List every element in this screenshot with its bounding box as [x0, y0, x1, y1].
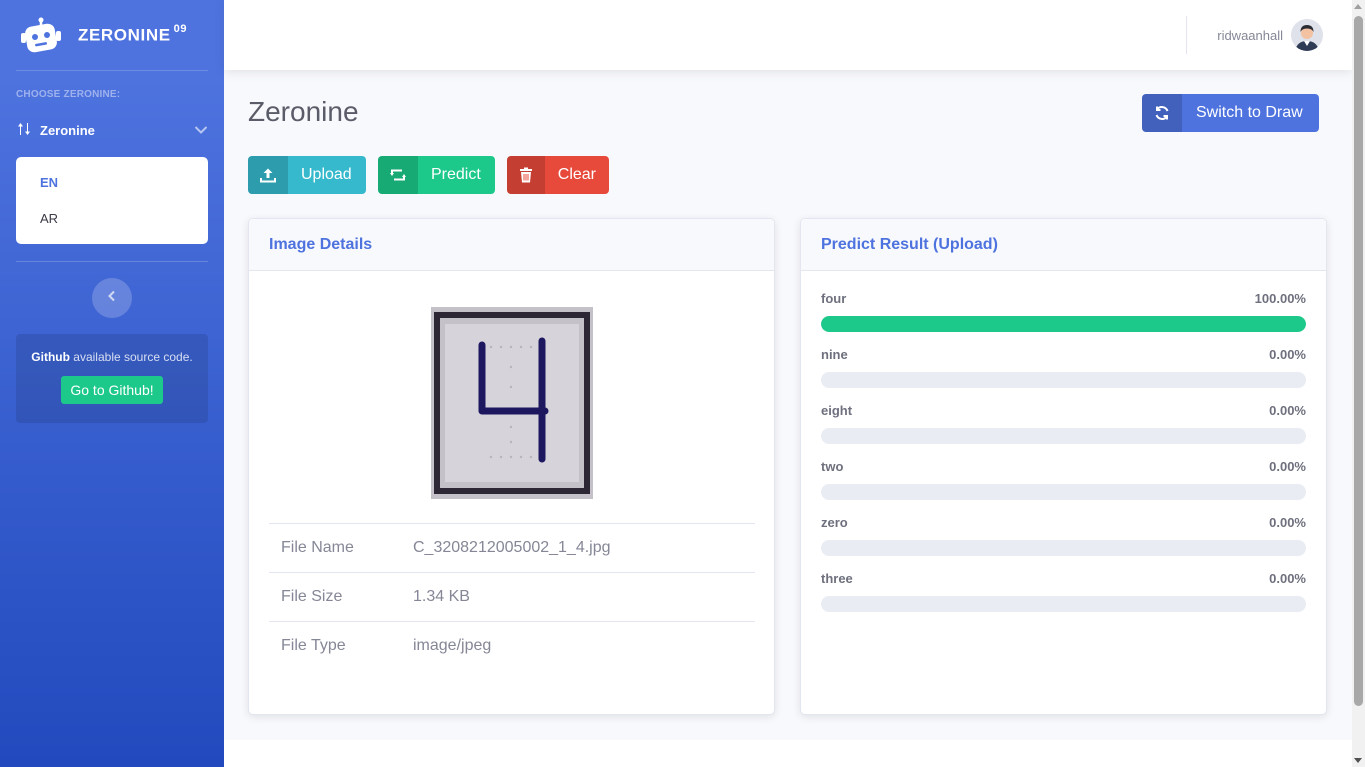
avatar[interactable]	[1291, 19, 1323, 51]
brand-sup: 09	[173, 22, 188, 35]
list-item: two 0.00%	[821, 459, 1306, 500]
page-title: Zeronine	[248, 96, 359, 127]
language-en[interactable]: EN	[16, 166, 208, 202]
go-to-github-button[interactable]: Go to Github!	[61, 376, 163, 404]
result-label: four	[821, 291, 847, 306]
file-type-value: image/jpeg	[413, 637, 492, 654]
brand-link[interactable]: ZERONINE 09	[0, 0, 224, 70]
result-percent: 0.00%	[1269, 515, 1306, 530]
progress-bar	[821, 484, 1306, 500]
list-item: nine 0.00%	[821, 347, 1306, 388]
table-row: File Name C_3208212005002_1_4.jpg	[269, 523, 755, 572]
image-details-card: Image Details File Name C_3208212005002_…	[248, 218, 775, 715]
github-card: Github available source code. Go to Gith…	[16, 334, 208, 423]
result-percent: 0.00%	[1269, 347, 1306, 362]
trash-icon	[507, 156, 545, 194]
chevron-left-icon	[107, 289, 117, 307]
result-label: zero	[821, 515, 848, 530]
file-size-value: 1.34 KB	[413, 588, 470, 605]
scroll-thumb[interactable]	[1354, 16, 1363, 706]
sync-icon	[1142, 94, 1182, 132]
predict-result-card: Predict Result (Upload) four 100.00% nine…	[800, 218, 1327, 715]
progress-bar	[821, 596, 1306, 612]
file-name-value: C_3208212005002_1_4.jpg	[413, 539, 611, 556]
upload-button[interactable]: Upload	[248, 156, 366, 194]
progress-bar	[821, 372, 1306, 388]
progress-bar	[821, 540, 1306, 556]
brand-name: ZERONINE 09	[78, 22, 188, 46]
sidebar: ZERONINE 09 CHOOSE ZERONINE: Zeronine EN …	[0, 0, 224, 767]
upload-label: Upload	[301, 166, 352, 183]
predict-result-list: four 100.00% nine 0.00% eight 0.00% two 0.00…	[801, 271, 1326, 612]
sidebar-toggle-button[interactable]	[92, 278, 132, 318]
table-row: File Type image/jpeg	[269, 621, 755, 670]
sort-arrows-icon	[17, 122, 31, 139]
file-name-label: File Name	[281, 539, 354, 556]
brand-title: ZERONINE	[78, 25, 171, 45]
file-details-table: File Name C_3208212005002_1_4.jpg File S…	[269, 523, 755, 670]
robot-icon	[20, 17, 62, 53]
clear-label: Clear	[557, 166, 596, 183]
file-size-label: File Size	[281, 588, 343, 605]
topbar: ridwaanhall	[224, 0, 1352, 70]
progress-bar	[821, 428, 1306, 444]
result-percent: 0.00%	[1269, 459, 1306, 474]
nav-zeronine[interactable]: Zeronine	[0, 109, 224, 151]
result-label: eight	[821, 403, 853, 418]
scroll-up-arrow-icon[interactable]	[1354, 4, 1362, 9]
scroll-down-arrow-icon[interactable]	[1354, 758, 1362, 763]
user-name[interactable]: ridwaanhall	[1217, 28, 1283, 43]
switch-to-draw-button[interactable]: Switch to Draw	[1142, 94, 1319, 132]
upload-icon	[248, 156, 288, 194]
language-menu: EN AR	[16, 157, 208, 244]
image-details-title: Image Details	[249, 219, 774, 271]
uploaded-digit-image	[431, 307, 593, 499]
result-percent: 0.00%	[1269, 403, 1306, 418]
predict-button[interactable]: Predict	[378, 156, 495, 194]
retweet-icon	[378, 156, 418, 194]
result-percent: 100.00%	[1254, 291, 1306, 306]
list-item: zero 0.00%	[821, 515, 1306, 556]
result-label: three	[821, 571, 853, 586]
footer	[224, 740, 1352, 767]
predict-label: Predict	[431, 166, 481, 183]
sidebar-heading: CHOOSE ZERONINE:	[16, 89, 121, 100]
table-row: File Size 1.34 KB	[269, 572, 755, 621]
sidebar-divider	[16, 261, 208, 262]
clear-button[interactable]: Clear	[507, 156, 609, 194]
result-label: two	[821, 459, 844, 474]
list-item: four 100.00%	[821, 291, 1306, 332]
progress-fill	[821, 316, 1306, 332]
predict-result-title: Predict Result (Upload)	[801, 219, 1326, 271]
switch-to-draw-label: Switch to Draw	[1196, 104, 1303, 121]
progress-bar	[821, 316, 1306, 332]
page-scrollbar[interactable]	[1352, 0, 1365, 767]
topbar-divider	[1186, 16, 1187, 54]
file-type-label: File Type	[281, 637, 346, 654]
result-percent: 0.00%	[1269, 571, 1306, 586]
result-label: nine	[821, 347, 848, 362]
github-card-bold: Github	[31, 350, 70, 364]
nav-zeronine-label: Zeronine	[40, 122, 95, 138]
list-item: eight 0.00%	[821, 403, 1306, 444]
language-ar[interactable]: AR	[16, 202, 208, 238]
github-card-desc: available source code.	[69, 350, 193, 364]
list-item: three 0.00%	[821, 571, 1306, 612]
github-card-text: Github available source code.	[26, 350, 198, 364]
chevron-down-icon	[194, 123, 208, 138]
